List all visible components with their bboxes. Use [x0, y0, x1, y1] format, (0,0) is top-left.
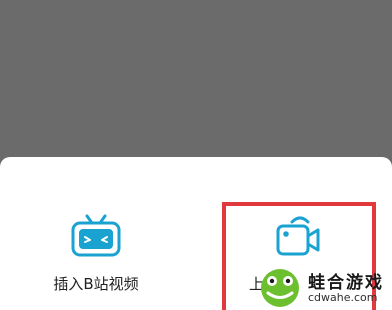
watermark-url: cdwahe.com	[308, 291, 378, 304]
watermark-title: 蛙合游戏	[308, 273, 384, 293]
watermark: 蛙合游戏 cdwahe.com	[258, 266, 392, 310]
insert-bilibili-video-label: 插入B站视频	[53, 275, 139, 293]
dim-overlay[interactable]	[0, 0, 392, 157]
insert-bilibili-video-button[interactable]: 插入B站视频	[11, 213, 181, 308]
frog-logo-icon	[261, 269, 299, 307]
bilibili-tv-icon	[71, 214, 121, 257]
